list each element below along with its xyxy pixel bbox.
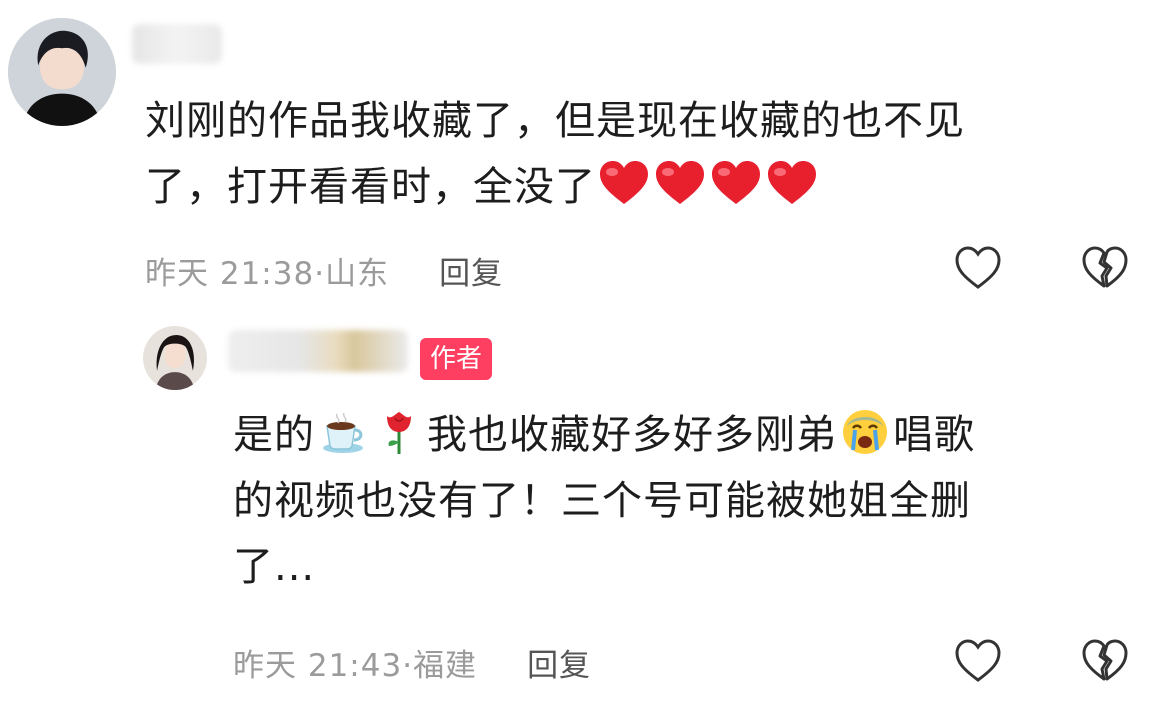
comment-text-b: 我也收藏好多好多刚弟 <box>427 412 837 458</box>
crying-face-emoji <box>843 410 887 454</box>
heart-emoji <box>600 161 648 204</box>
avatar[interactable] <box>143 326 207 390</box>
comment-text-a: 是的 <box>233 412 315 458</box>
author-badge: 作者 <box>420 338 493 380</box>
comment-line-2: 的视频也没有了！三个号可能被她姐全删 <box>233 478 971 524</box>
avatar[interactable] <box>8 18 116 126</box>
comment-text: 是的 我也收藏好多好多刚弟 唱歌 的视频也没有了！三个号可能被她姐全删 了... <box>233 406 1133 596</box>
heart-emoji <box>656 161 704 204</box>
broken-heart-icon[interactable] <box>1080 243 1130 293</box>
comment-location: 山东 <box>325 256 390 292</box>
username-blurred[interactable] <box>132 24 222 64</box>
comment-line-1: 刘刚的作品我收藏了，但是现在收藏的也不见 <box>145 98 965 144</box>
username-blurred[interactable] <box>228 330 408 372</box>
heart-outline-icon[interactable] <box>953 636 1003 686</box>
comment-meta: 昨天 21:43·福建 回复 <box>233 640 591 685</box>
comment-text: 刘刚的作品我收藏了，但是现在收藏的也不见 了，打开看看时，全没了 <box>145 92 1135 216</box>
comment-line-1-wrap: 是的 我也收藏好多好多刚弟 唱歌 <box>233 406 1133 464</box>
comment-time: 昨天 21:38 <box>145 256 315 292</box>
comment-text-c: 唱歌 <box>893 412 975 458</box>
comment-line-3: 了... <box>233 544 316 590</box>
meta-separator: · <box>402 648 414 684</box>
comment-line-2-wrap: 了，打开看看时，全没了 <box>145 158 1135 216</box>
coffee-emoji <box>323 412 363 453</box>
meta-separator: · <box>314 256 326 292</box>
reply-button[interactable]: 回复 <box>439 256 503 292</box>
heart-outline-icon[interactable] <box>953 243 1003 293</box>
heart-emoji <box>712 161 760 204</box>
comment-line-2: 了，打开看看时，全没了 <box>145 164 596 210</box>
comment-location: 福建 <box>413 648 478 684</box>
comment-meta: 昨天 21:38·山东 回复 <box>145 248 503 293</box>
heart-emoji <box>768 161 816 204</box>
broken-heart-icon[interactable] <box>1080 636 1130 686</box>
rose-emoji <box>387 412 411 454</box>
comment-time: 昨天 21:43 <box>233 648 403 684</box>
reply-button[interactable]: 回复 <box>527 648 591 684</box>
